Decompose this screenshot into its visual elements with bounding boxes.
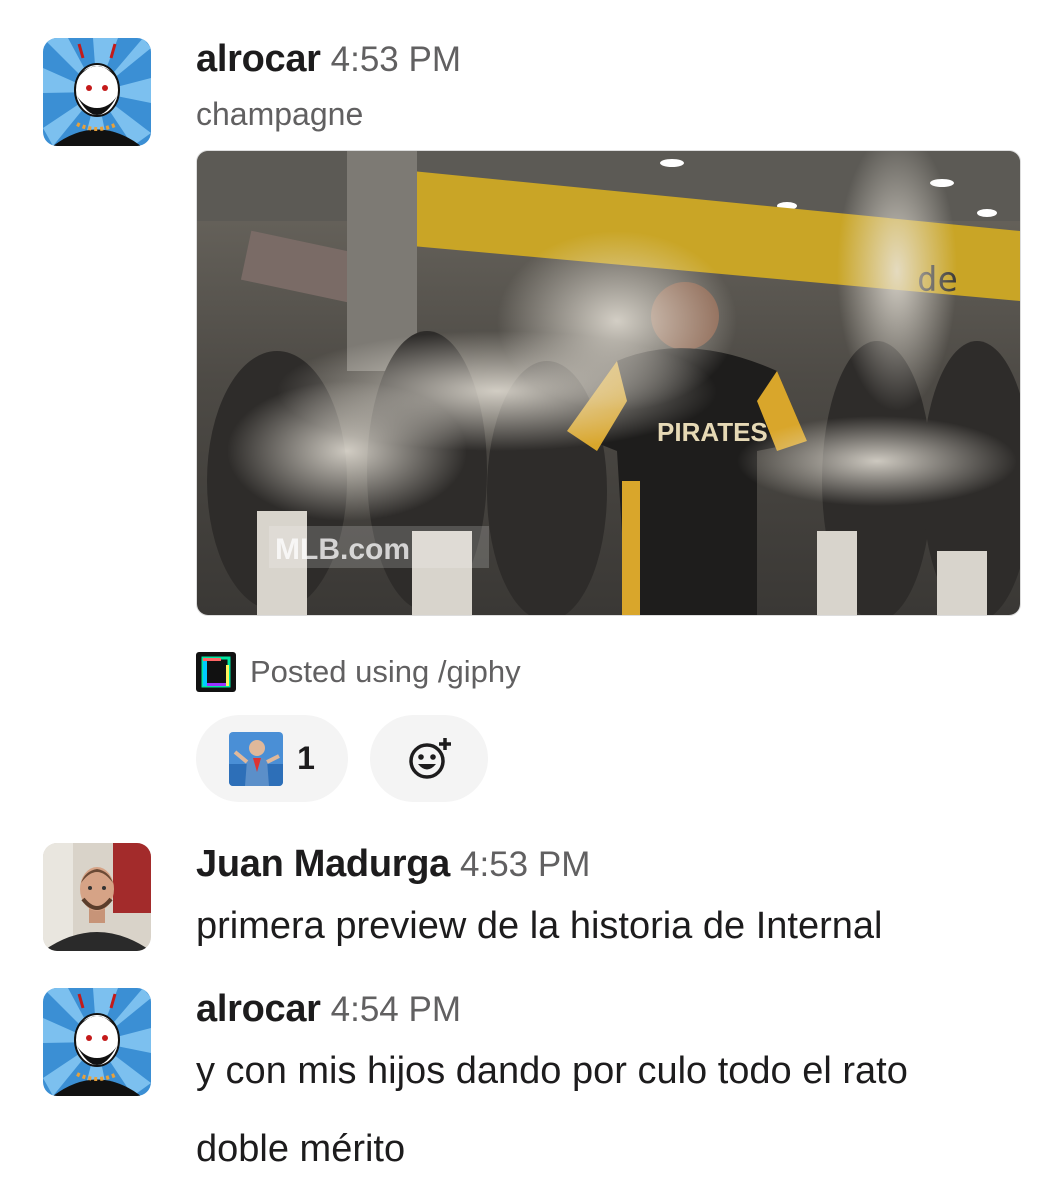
message-text: primera preview de la historia de Intern… [196, 905, 883, 947]
add-reaction-icon [405, 735, 453, 783]
reaction-pill[interactable]: 1 [196, 715, 348, 802]
giphy-text: Posted using /giphy [250, 654, 521, 689]
user-avatar-alrocar[interactable] [43, 38, 151, 146]
message-header: Juan Madurga 4:53 PM [196, 843, 590, 886]
attachment-title: champagne [196, 96, 364, 132]
author-name[interactable]: alrocar [196, 988, 321, 1030]
timestamp[interactable]: 4:54 PM [331, 990, 461, 1029]
author-name[interactable]: alrocar [196, 38, 321, 80]
gif-watermark: MLB.com [275, 533, 410, 566]
timestamp[interactable]: 4:53 PM [460, 845, 590, 884]
giphy-icon [196, 652, 236, 692]
custom-emoji-icon [229, 731, 284, 786]
message-header: alrocar 4:53 PM [196, 38, 461, 81]
reaction-count: 1 [297, 740, 315, 776]
user-avatar-juan-madurga[interactable] [43, 843, 151, 951]
gif-attachment[interactable]: de PIRAT [196, 150, 1021, 616]
author-name[interactable]: Juan Madurga [196, 843, 450, 885]
message-header: alrocar 4:54 PM [196, 988, 461, 1031]
user-avatar-alrocar[interactable] [43, 988, 151, 1096]
add-reaction-button[interactable] [370, 715, 488, 802]
message-text: y con mis hijos dando por culo todo el r… [196, 1050, 908, 1092]
message-text: doble mérito [196, 1128, 406, 1170]
timestamp[interactable]: 4:53 PM [331, 40, 461, 79]
giphy-attribution: Posted using /giphy [196, 650, 521, 694]
